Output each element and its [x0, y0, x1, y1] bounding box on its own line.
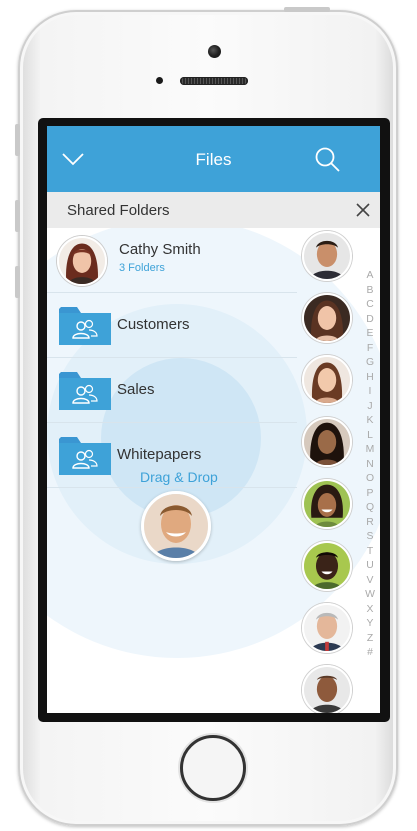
- alphabet-letter[interactable]: D: [363, 313, 377, 328]
- alphabet-letter[interactable]: I: [363, 385, 377, 400]
- alphabet-letter[interactable]: Z: [363, 632, 377, 647]
- alphabet-letter[interactable]: N: [363, 458, 377, 473]
- alphabet-letter[interactable]: H: [363, 371, 377, 386]
- alphabet-letter[interactable]: #: [363, 646, 377, 661]
- volume-down-button: [15, 266, 20, 298]
- alphabet-letter[interactable]: A: [363, 269, 377, 284]
- alphabet-letter[interactable]: G: [363, 356, 377, 371]
- contact-avatar[interactable]: [302, 231, 352, 281]
- shared-folder-icon: [59, 437, 111, 475]
- alphabet-letter[interactable]: L: [363, 429, 377, 444]
- app-screen: Files Shared Folders Cathy Smith 3 Folde…: [47, 126, 380, 713]
- contact-avatar[interactable]: [302, 665, 352, 713]
- home-button[interactable]: [180, 735, 246, 801]
- search-icon[interactable]: [314, 146, 342, 174]
- folder-row-customers[interactable]: Customers: [47, 293, 297, 358]
- shared-folder-icon: [59, 307, 111, 345]
- alphabet-letter[interactable]: E: [363, 327, 377, 342]
- alphabet-letter[interactable]: Y: [363, 617, 377, 632]
- alphabet-letter[interactable]: Q: [363, 501, 377, 516]
- alphabet-letter[interactable]: W: [363, 588, 377, 603]
- alphabet-letter[interactable]: K: [363, 414, 377, 429]
- alphabet-letter[interactable]: V: [363, 574, 377, 589]
- folder-label: Sales: [117, 381, 155, 398]
- mute-switch: [15, 124, 20, 156]
- alphabet-letter[interactable]: S: [363, 530, 377, 545]
- earpiece-speaker: [180, 77, 248, 85]
- folder-row-sales[interactable]: Sales: [47, 358, 297, 423]
- shared-user-name: Cathy Smith: [119, 241, 201, 258]
- close-icon[interactable]: [355, 202, 371, 218]
- contact-avatar[interactable]: [302, 417, 352, 467]
- alphabet-letter[interactable]: U: [363, 559, 377, 574]
- alphabet-index[interactable]: A B C D E F G H I J K L M N O P Q R S T U V W X Y Z #: [363, 269, 377, 661]
- alphabet-letter[interactable]: R: [363, 516, 377, 531]
- contact-avatar[interactable]: [302, 541, 352, 591]
- contact-avatar[interactable]: [302, 603, 352, 653]
- shared-user-row[interactable]: Cathy Smith 3 Folders: [47, 228, 297, 293]
- navbar: Files: [47, 126, 380, 192]
- power-button: [284, 7, 330, 12]
- front-camera: [208, 45, 221, 58]
- dragged-contact-avatar[interactable]: [141, 491, 211, 561]
- contact-avatar[interactable]: [302, 355, 352, 405]
- shared-folder-count: 3 Folders: [119, 262, 165, 274]
- alphabet-letter[interactable]: O: [363, 472, 377, 487]
- volume-up-button: [15, 200, 20, 232]
- contact-avatar[interactable]: [302, 479, 352, 529]
- contact-list: [300, 231, 355, 713]
- alphabet-letter[interactable]: J: [363, 400, 377, 415]
- alphabet-letter[interactable]: B: [363, 284, 377, 299]
- alphabet-letter[interactable]: C: [363, 298, 377, 313]
- proximity-sensor: [156, 77, 163, 84]
- avatar: [57, 236, 107, 286]
- contact-avatar[interactable]: [302, 293, 352, 343]
- shared-folders-header: Shared Folders: [47, 192, 380, 228]
- folder-label: Whitepapers: [117, 446, 202, 463]
- section-title: Shared Folders: [67, 202, 170, 219]
- folder-label: Customers: [117, 316, 190, 333]
- alphabet-letter[interactable]: P: [363, 487, 377, 502]
- shared-folder-icon: [59, 372, 111, 410]
- alphabet-letter[interactable]: X: [363, 603, 377, 618]
- alphabet-letter[interactable]: F: [363, 342, 377, 357]
- alphabet-letter[interactable]: M: [363, 443, 377, 458]
- alphabet-letter[interactable]: T: [363, 545, 377, 560]
- drag-drop-label: Drag & Drop: [140, 469, 218, 485]
